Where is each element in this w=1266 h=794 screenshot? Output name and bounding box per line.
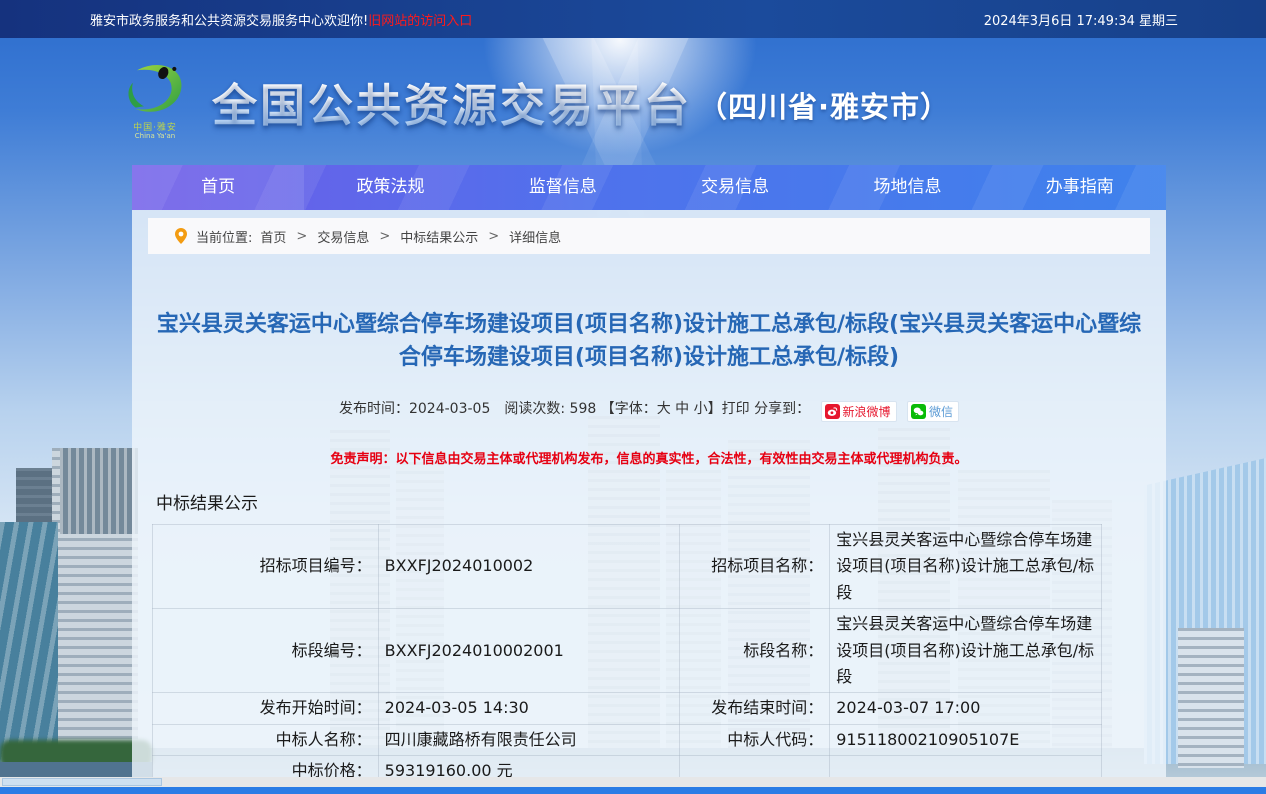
horizontal-scrollbar[interactable] [0, 777, 1266, 787]
logo-text-en: China Ya'an [112, 133, 198, 141]
disclaimer-text: 免责声明：以下信息由交易主体或代理机构发布，信息的真实性，合法性，有效性由交易主… [132, 448, 1166, 467]
content-panel: 当前位置: 首页 > 交易信息 > 中标结果公示 > 详细信息 宝兴县灵关客运中… [132, 210, 1166, 778]
breadcrumb: 当前位置: 首页 > 交易信息 > 中标结果公示 > 详细信息 [148, 218, 1150, 254]
nav-item-policy[interactable]: 政策法规 [304, 165, 476, 210]
font-size-small-button[interactable]: 小 [694, 401, 708, 417]
font-size-large-button[interactable]: 大 [657, 401, 671, 417]
nav-item-guide[interactable]: 办事指南 [994, 165, 1166, 210]
bottom-blue-bar [0, 787, 1266, 794]
breadcrumb-separator: > [296, 229, 307, 244]
article-meta: 发布时间：2024-03-05 阅读次数: 598 【字体：大 中 小】打印 分享… [132, 398, 1166, 422]
nav-item-venue[interactable]: 场地信息 [821, 165, 993, 210]
field-value: 91511800210905107E [830, 724, 1102, 755]
datetime-text: 2024年3月6日 17:49:34 星期三 [984, 14, 1178, 29]
main-nav: 首页 政策法规 监督信息 交易信息 场地信息 办事指南 [132, 165, 1166, 210]
share-label: 分享到： [754, 401, 810, 417]
share-wechat-label: 微信 [929, 403, 953, 420]
breadcrumb-label: 当前位置: [196, 227, 252, 246]
background-building [60, 448, 138, 534]
site-title-group: 全国公共资源交易平台（四川省·雅安市） [212, 69, 950, 134]
wechat-icon [911, 404, 926, 419]
site-header: 中国·雅安 China Ya'an 全国公共资源交易平台（四川省·雅安市） [0, 38, 1266, 165]
table-row: 标段编号： BXXFJ2024010002001 标段名称： 宝兴县灵关客运中心… [153, 609, 1102, 693]
share-wechat-button[interactable]: 微信 [907, 401, 959, 422]
field-label: 中标价格： [153, 756, 379, 778]
location-pin-icon [174, 228, 188, 244]
table-row: 发布开始时间： 2024-03-05 14:30 发布结束时间： 2024-03… [153, 693, 1102, 724]
result-table: 招标项目编号： BXXFJ2024010002 招标项目名称： 宝兴县灵关客运中… [152, 524, 1102, 778]
scrollbar-thumb[interactable] [2, 778, 162, 786]
article-title: 宝兴县灵关客运中心暨综合停车场建设项目(项目名称)设计施工总承包/标段(宝兴县灵… [154, 308, 1144, 374]
publish-time-label: 发布时间： [339, 401, 409, 417]
background-building [1178, 628, 1244, 768]
weibo-icon [825, 404, 840, 419]
section-title: 中标结果公示 [156, 489, 1166, 514]
breadcrumb-result-list[interactable]: 中标结果公示 [400, 227, 478, 246]
field-value: BXXFJ2024010002 [378, 525, 680, 609]
content-column: 首页 政策法规 监督信息 交易信息 场地信息 办事指南 当前位置: 首页 > 交… [132, 165, 1166, 778]
background-building [0, 522, 58, 774]
field-value: 2024-03-07 17:00 [830, 693, 1102, 724]
topbar-right: 2024年3月6日 17:49:34 星期三 [984, 10, 1178, 29]
share-weibo-button[interactable]: 新浪微博 [821, 401, 897, 422]
topbar: 雅安市政务服务和公共资源交易服务中心欢迎你!旧网站的访问入口 2024年3月6日… [0, 0, 1266, 38]
table-row: 中标人名称： 四川康藏路桥有限责任公司 中标人代码： 9151180021090… [153, 724, 1102, 755]
field-label: 发布开始时间： [153, 693, 379, 724]
field-value: 2024-03-05 14:30 [378, 693, 680, 724]
site-subtitle: （四川省·雅安市） [698, 90, 950, 124]
nav-item-home[interactable]: 首页 [132, 165, 304, 210]
font-size-prefix: 【字体： [601, 401, 657, 417]
field-label: 发布结束时间： [680, 693, 830, 724]
welcome-text: 雅安市政务服务和公共资源交易服务中心欢迎你! [90, 14, 368, 29]
field-value: BXXFJ2024010002001 [378, 609, 680, 693]
breadcrumb-home[interactable]: 首页 [260, 227, 286, 246]
font-size-suffix: 】 [708, 401, 722, 417]
old-site-link[interactable]: 旧网站的访问入口 [368, 14, 472, 29]
field-value: 宝兴县灵关客运中心暨综合停车场建设项目(项目名称)设计施工总承包/标段 [830, 609, 1102, 693]
field-value: 宝兴县灵关客运中心暨综合停车场建设项目(项目名称)设计施工总承包/标段 [830, 525, 1102, 609]
breadcrumb-trade-info[interactable]: 交易信息 [317, 227, 369, 246]
field-label: 中标人名称： [153, 724, 379, 755]
field-label: 标段编号： [153, 609, 379, 693]
field-label: 招标项目名称： [680, 525, 830, 609]
breadcrumb-separator: > [379, 229, 390, 244]
field-label [680, 756, 830, 778]
publish-time-value: 2024-03-05 [409, 401, 490, 417]
topbar-left: 雅安市政务服务和公共资源交易服务中心欢迎你!旧网站的访问入口 [90, 10, 472, 29]
field-value [830, 756, 1102, 778]
site-logo: 中国·雅安 China Ya'an [112, 62, 198, 141]
breadcrumb-separator: > [488, 229, 499, 244]
nav-item-trade[interactable]: 交易信息 [649, 165, 821, 210]
share-weibo-label: 新浪微博 [843, 403, 891, 420]
breadcrumb-detail: 详细信息 [509, 227, 561, 246]
views-label: 阅读次数: [504, 401, 565, 417]
table-row: 招标项目编号： BXXFJ2024010002 招标项目名称： 宝兴县灵关客运中… [153, 525, 1102, 609]
font-size-medium-button[interactable]: 中 [675, 401, 689, 417]
views-value: 598 [570, 401, 597, 417]
field-value: 59319160.00 元 [378, 756, 680, 778]
table-row: 中标价格： 59319160.00 元 [153, 756, 1102, 778]
field-label: 中标人代码： [680, 724, 830, 755]
nav-item-supervision[interactable]: 监督信息 [477, 165, 649, 210]
print-button[interactable]: 打印 [722, 401, 750, 417]
field-label: 标段名称： [680, 609, 830, 693]
field-value: 四川康藏路桥有限责任公司 [378, 724, 680, 755]
page: 雅安市政务服务和公共资源交易服务中心欢迎你!旧网站的访问入口 2024年3月6日… [0, 0, 1266, 794]
yaan-bird-logo-icon [120, 62, 190, 120]
field-label: 招标项目编号： [153, 525, 379, 609]
site-title: 全国公共资源交易平台 [212, 79, 692, 132]
